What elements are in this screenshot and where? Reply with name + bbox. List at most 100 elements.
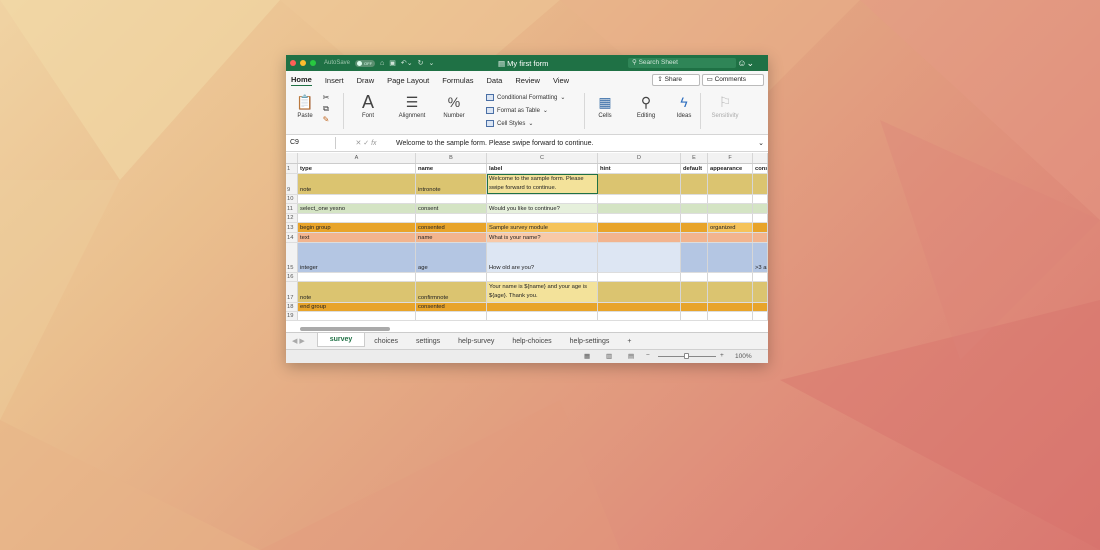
cells-button[interactable]: ▦ Cells (590, 93, 620, 119)
column-header-d[interactable]: D (598, 153, 681, 163)
cell[interactable] (708, 282, 753, 302)
cell[interactable]: begin group (298, 223, 416, 232)
cell[interactable] (681, 243, 708, 272)
sheet-tab-help-settings[interactable]: help-settings (561, 338, 619, 345)
cell[interactable] (753, 233, 768, 242)
cell[interactable] (681, 303, 708, 311)
column-header-f[interactable]: F (708, 153, 753, 163)
page-break-view-icon[interactable]: ▤ (628, 352, 634, 360)
cell[interactable] (708, 303, 753, 311)
column-header-a[interactable]: A (298, 153, 416, 163)
cell[interactable]: note (298, 174, 416, 194)
cell[interactable] (681, 223, 708, 232)
cell[interactable]: text (298, 233, 416, 242)
zoom-slider-thumb[interactable] (684, 353, 689, 359)
cell[interactable] (298, 312, 416, 320)
cell[interactable] (708, 243, 753, 272)
undo-icon[interactable]: ↶⌄ (401, 59, 413, 67)
row-number[interactable]: 12 (286, 214, 298, 222)
editing-button[interactable]: ⚲ Editing (630, 93, 662, 119)
cell[interactable]: label (487, 164, 598, 173)
sheet-tab-survey[interactable]: survey (316, 332, 366, 347)
cell[interactable] (598, 214, 681, 222)
column-header-c[interactable]: C (487, 153, 598, 163)
zoom-level[interactable]: 100% (735, 353, 752, 360)
tab-insert[interactable]: Insert (325, 76, 344, 85)
cell[interactable] (598, 233, 681, 242)
customize-toolbar-icon[interactable]: ⌄ (429, 59, 435, 67)
tab-draw[interactable]: Draw (357, 76, 375, 85)
font-button[interactable]: A Font (350, 93, 386, 119)
prev-sheet-icon[interactable]: ◀ ▶ (292, 337, 305, 345)
cell[interactable] (598, 303, 681, 311)
cell[interactable] (487, 312, 598, 320)
cell[interactable]: appearance (708, 164, 753, 173)
cell[interactable]: organized (708, 223, 753, 232)
row-number[interactable]: 11 (286, 204, 298, 213)
cell-styles-button[interactable]: Cell Styles ⌄ (486, 120, 533, 127)
page-layout-view-icon[interactable]: ▥ (606, 352, 612, 360)
zoom-out-icon[interactable]: − (646, 352, 650, 359)
autosave-toggle[interactable]: OFF (355, 59, 376, 67)
cell[interactable] (681, 204, 708, 213)
cell[interactable] (753, 273, 768, 281)
save-icon[interactable]: ▣ (389, 59, 396, 67)
cell[interactable] (753, 312, 768, 320)
ideas-button[interactable]: ϟ Ideas (670, 93, 698, 119)
zoom-window-button[interactable] (310, 60, 316, 66)
cell[interactable] (487, 195, 598, 203)
cell[interactable]: end group (298, 303, 416, 311)
row-number[interactable]: 14 (286, 233, 298, 242)
cell[interactable] (753, 282, 768, 302)
format-as-table-button[interactable]: Format as Table ⌄ (486, 107, 548, 114)
tab-data[interactable]: Data (487, 76, 503, 85)
row-number[interactable]: 10 (286, 195, 298, 203)
sheet-tab-help-survey[interactable]: help-survey (449, 338, 503, 345)
share-button[interactable]: ⇪ Share (652, 74, 700, 86)
tab-view[interactable]: View (553, 76, 569, 85)
zoom-in-icon[interactable]: + (720, 352, 724, 359)
feedback-smiley-icon[interactable]: ☺⌄ (737, 58, 754, 69)
row-number[interactable]: 16 (286, 273, 298, 281)
cell[interactable] (598, 243, 681, 272)
cell[interactable]: select_one yesno (298, 204, 416, 213)
cell[interactable] (416, 214, 487, 222)
cell[interactable] (298, 214, 416, 222)
horizontal-scrollbar[interactable] (300, 327, 390, 331)
row-number[interactable]: 13 (286, 223, 298, 232)
cell[interactable] (598, 195, 681, 203)
cell[interactable] (708, 312, 753, 320)
column-header-b[interactable]: B (416, 153, 487, 163)
cell[interactable]: type (298, 164, 416, 173)
name-box[interactable]: C9 (286, 137, 336, 149)
paste-button[interactable]: 📋 Paste (292, 93, 318, 119)
redo-icon[interactable]: ↻ (418, 59, 424, 67)
cell[interactable] (416, 273, 487, 281)
format-painter-icon[interactable]: ✎ (319, 114, 333, 125)
select-all-corner[interactable] (286, 153, 298, 163)
sheet-tab-settings[interactable]: settings (407, 338, 449, 345)
cell[interactable] (708, 195, 753, 203)
alignment-button[interactable]: ☰ Alignment (392, 93, 432, 119)
row-number[interactable]: 18 (286, 303, 298, 311)
normal-view-icon[interactable]: ▦ (584, 352, 590, 360)
add-sheet-icon[interactable]: + (618, 338, 640, 345)
cell[interactable] (708, 204, 753, 213)
cell[interactable] (753, 223, 768, 232)
cell[interactable]: name (416, 233, 487, 242)
cell[interactable] (708, 273, 753, 281)
cell[interactable] (598, 204, 681, 213)
cell[interactable]: default (681, 164, 708, 173)
cell[interactable]: age (416, 243, 487, 272)
cell[interactable] (598, 273, 681, 281)
cell[interactable] (708, 174, 753, 194)
cell[interactable]: consent (416, 204, 487, 213)
row-number[interactable]: 1 (286, 164, 298, 173)
tab-review[interactable]: Review (515, 76, 540, 85)
cell[interactable]: How old are you? (487, 243, 598, 272)
cell[interactable] (681, 174, 708, 194)
sheet-tab-help-choices[interactable]: help-choices (503, 338, 560, 345)
cell[interactable] (753, 303, 768, 311)
cell[interactable] (298, 273, 416, 281)
cell[interactable] (598, 282, 681, 302)
